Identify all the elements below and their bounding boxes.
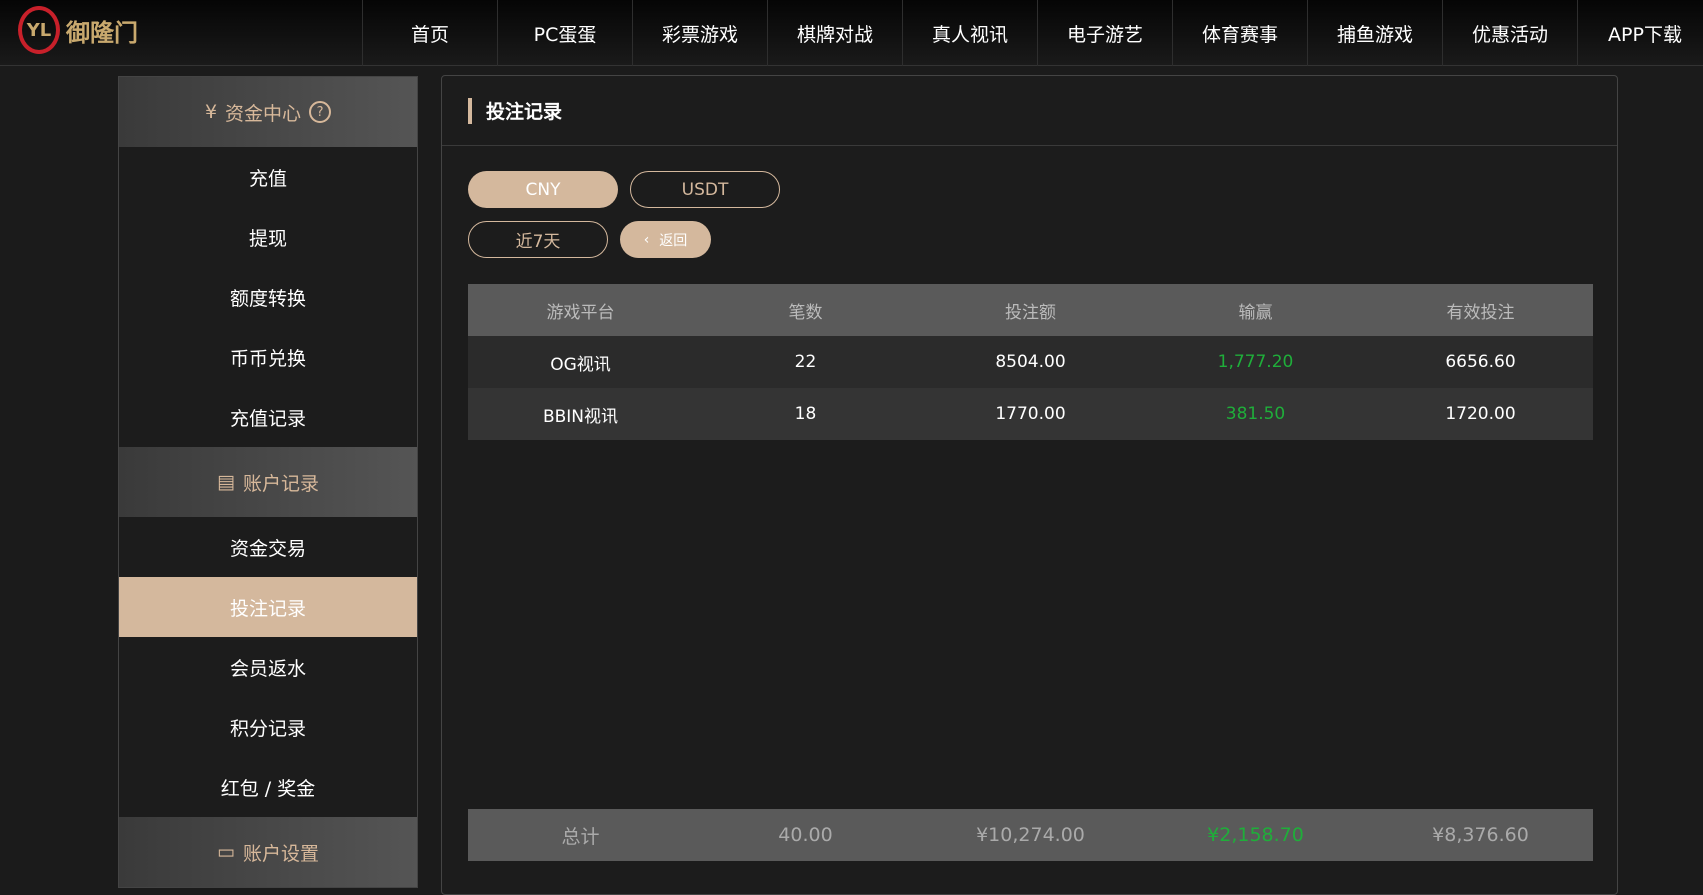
- sidebar-item-deposit-records[interactable]: 充值记录: [119, 387, 417, 447]
- cell-valid: 6656.60: [1445, 352, 1516, 372]
- sidebar-item-exchange[interactable]: 币币兑换: [119, 327, 417, 387]
- sidebar-item-deposit[interactable]: 充值: [119, 147, 417, 207]
- cell-valid: 1720.00: [1445, 404, 1516, 424]
- date-range-button[interactable]: 近7天: [468, 221, 608, 258]
- nav-pc28[interactable]: PC蛋蛋: [497, 0, 632, 66]
- nav-slots[interactable]: 电子游艺: [1037, 0, 1172, 66]
- currency-cny-button[interactable]: CNY: [468, 171, 618, 208]
- cell-count: 22: [794, 352, 817, 372]
- totals-row: 总计 40.00 ¥10,274.00 ¥2,158.70 ¥8,376.60: [468, 809, 1593, 861]
- nav-live[interactable]: 真人视讯: [902, 0, 1037, 66]
- table-header: 游戏平台 笔数 投注额 输赢 有效投注: [468, 284, 1593, 336]
- col-valid: 有效投注: [1446, 302, 1515, 323]
- sidebar-item-bet-records[interactable]: 投注记录: [119, 577, 417, 637]
- main-nav: 首页 PC蛋蛋 彩票游戏 棋牌对战 真人视讯 电子游艺 体育赛事 捕鱼游戏 优惠…: [362, 0, 1703, 66]
- records-table: 游戏平台 笔数 投注额 输赢 有效投注 OG视讯 22 8504.00 1,77…: [468, 284, 1593, 440]
- col-platform: 游戏平台: [546, 302, 615, 323]
- totals-table: 总计 40.00 ¥10,274.00 ¥2,158.70 ¥8,376.60: [468, 809, 1593, 861]
- col-count: 笔数: [788, 302, 823, 323]
- nav-fishing[interactable]: 捕鱼游戏: [1307, 0, 1442, 66]
- logo-mark: YL: [18, 6, 60, 54]
- col-bet: 投注额: [1005, 302, 1056, 323]
- chevron-left-icon: ‹: [643, 231, 650, 248]
- cell-platform: BBIN视讯: [542, 406, 619, 427]
- sidebar-section-settings: ▭ 账户设置: [119, 817, 417, 887]
- cell-bet: 8504.00: [995, 352, 1066, 372]
- total-count: 40.00: [778, 824, 833, 846]
- brand-name: 御隆门: [66, 18, 138, 47]
- sidebar-item-bonus[interactable]: 红包 / 奖金: [119, 757, 417, 817]
- currency-usdt-button[interactable]: USDT: [630, 171, 780, 208]
- cell-bet: 1770.00: [995, 404, 1066, 424]
- total-winloss: ¥2,158.70: [1207, 824, 1304, 846]
- top-bar: YL 御隆门 首页 PC蛋蛋 彩票游戏 棋牌对战 真人视讯 电子游艺 体育赛事 …: [0, 0, 1703, 66]
- table-row: OG视讯 22 8504.00 1,777.20 6656.60: [468, 336, 1593, 388]
- section-label: 账户记录: [242, 472, 319, 495]
- nav-app[interactable]: APP下载: [1577, 0, 1703, 66]
- logo[interactable]: YL 御隆门: [18, 6, 138, 54]
- nav-sports[interactable]: 体育赛事: [1172, 0, 1307, 66]
- sidebar-item-transactions[interactable]: 资金交易: [119, 517, 417, 577]
- sidebar-section-funds: ¥ 资金中心 ?: [119, 77, 417, 147]
- sidebar-item-transfer[interactable]: 额度转换: [119, 267, 417, 327]
- document-icon: ▤: [217, 471, 235, 493]
- total-valid: ¥8,376.60: [1432, 824, 1529, 846]
- nav-chess[interactable]: 棋牌对战: [767, 0, 902, 66]
- back-button[interactable]: ‹ 返回: [620, 221, 711, 258]
- total-bet: ¥10,274.00: [976, 824, 1085, 846]
- nav-promotions[interactable]: 优惠活动: [1442, 0, 1577, 66]
- cell-count: 18: [794, 404, 817, 424]
- col-winloss: 输赢: [1238, 302, 1273, 323]
- section-label: 资金中心: [225, 102, 302, 125]
- cell-winloss: 381.50: [1225, 404, 1286, 424]
- sidebar-item-rebate[interactable]: 会员返水: [119, 637, 417, 697]
- help-icon[interactable]: ?: [309, 101, 332, 123]
- sidebar-item-withdraw[interactable]: 提现: [119, 207, 417, 267]
- section-label: 账户设置: [242, 842, 319, 865]
- user-card-icon: ▭: [217, 841, 235, 863]
- nav-home[interactable]: 首页: [362, 0, 497, 66]
- table-row: BBIN视讯 18 1770.00 381.50 1720.00: [468, 388, 1593, 440]
- nav-lottery[interactable]: 彩票游戏: [632, 0, 767, 66]
- total-label: 总计: [561, 825, 600, 848]
- sidebar-item-points[interactable]: 积分记录: [119, 697, 417, 757]
- bet-records-panel: 投注记录 CNY USDT 近7天 ‹ 返回 游戏平台 笔数 投注额 输赢 有效投…: [441, 75, 1618, 895]
- yen-icon: ¥: [204, 101, 218, 123]
- page-title: 投注记录: [442, 76, 1617, 146]
- sidebar-section-records: ▤ 账户记录: [119, 447, 417, 517]
- cell-platform: OG视讯: [550, 354, 611, 375]
- sidebar: ¥ 资金中心 ? 充值 提现 额度转换 币币兑换 充值记录 ▤ 账户记录 资金交…: [118, 76, 418, 888]
- back-label: 返回: [659, 232, 688, 249]
- cell-winloss: 1,777.20: [1217, 352, 1294, 372]
